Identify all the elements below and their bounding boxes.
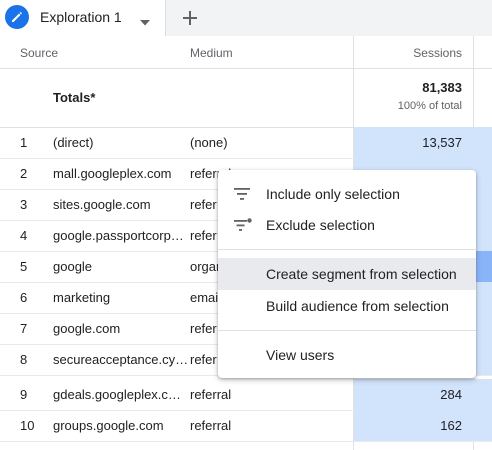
medium-cell[interactable]: emai [190, 290, 218, 305]
medium-cell[interactable]: refer [190, 197, 217, 212]
selected-row-edge [474, 251, 492, 282]
row-edge [474, 189, 492, 220]
totals-value: 81,383 [422, 80, 462, 95]
plus-icon [183, 11, 197, 25]
row-number: 7 [20, 321, 28, 336]
source-cell[interactable]: (direct) [53, 135, 93, 150]
caret-down-icon[interactable] [140, 13, 150, 31]
menu-item-view-users[interactable]: View users [218, 339, 476, 371]
menu-item-exclude-selection[interactable]: Exclude selection [218, 209, 476, 241]
header-sessions[interactable]: Sessions [413, 46, 462, 60]
menu-divider [218, 330, 476, 331]
source-cell[interactable]: mall.googleplex.com [53, 166, 172, 181]
row-edge [474, 344, 492, 375]
row-number: 6 [20, 290, 28, 305]
row-edge [474, 127, 492, 158]
menu-item-label: Include only selection [266, 186, 400, 202]
sessions-cell[interactable]: 162 [440, 418, 462, 433]
row-edge [474, 282, 492, 313]
table-header: Source Medium Sessions [0, 36, 492, 69]
tab-exploration-1[interactable]: Exploration 1 [0, 0, 166, 36]
menu-item-label: Build audience from selection [266, 298, 449, 314]
totals-label: Totals* [53, 90, 96, 105]
row-number: 3 [20, 197, 28, 212]
medium-cell[interactable]: refer [190, 321, 217, 336]
row-number: 9 [20, 387, 28, 402]
source-cell[interactable]: google [53, 259, 92, 274]
row-number: 1 [20, 135, 28, 150]
source-cell[interactable]: google.com [53, 321, 120, 336]
row-edge [474, 313, 492, 344]
row-number: 4 [20, 228, 28, 243]
menu-item-include-only-selection[interactable]: Include only selection [218, 178, 476, 210]
tab-bar: Exploration 1 [0, 0, 492, 36]
row-number: 10 [20, 418, 35, 433]
header-source[interactable]: Source [20, 46, 58, 60]
totals-percent: 100% of total [397, 100, 462, 112]
table-row[interactable]: 10 groups.google.com referral 162 [0, 410, 492, 442]
context-menu: Include only selection Exclude selection… [218, 170, 476, 378]
source-cell[interactable]: google.passportcorp… [53, 228, 184, 243]
menu-item-label: Create segment from selection [266, 266, 457, 282]
table-row[interactable]: 1 (direct) (none) 13,537 [0, 127, 492, 159]
row-edge [474, 379, 492, 410]
sessions-cell[interactable]: 284 [440, 387, 462, 402]
row-number: 2 [20, 166, 28, 181]
medium-cell[interactable]: referral [190, 387, 231, 402]
add-tab-button[interactable] [176, 4, 204, 32]
row-edge [474, 158, 492, 189]
source-cell[interactable]: marketing [53, 290, 110, 305]
filter-icon [234, 187, 250, 201]
row-edge [474, 220, 492, 251]
row-edge [474, 410, 492, 441]
totals-row: Totals* 81,383 100% of total [0, 68, 492, 128]
medium-cell[interactable]: referral [190, 418, 231, 433]
row-number: 5 [20, 259, 28, 274]
medium-cell[interactable]: refer [190, 352, 217, 367]
menu-item-create-segment[interactable]: Create segment from selection [218, 258, 476, 290]
menu-divider [218, 249, 476, 250]
source-cell[interactable]: groups.google.com [53, 418, 164, 433]
source-cell[interactable]: secureacceptance.cy… [53, 352, 188, 367]
medium-cell[interactable]: refer [190, 228, 217, 243]
table-row[interactable]: 9 gdeals.googleplex.c… referral 284 [0, 379, 492, 411]
medium-cell[interactable]: (none) [190, 135, 228, 150]
source-cell[interactable]: gdeals.googleplex.c… [53, 387, 181, 402]
header-medium[interactable]: Medium [190, 46, 233, 60]
source-cell[interactable]: sites.google.com [53, 197, 151, 212]
menu-item-label: Exclude selection [266, 217, 375, 233]
menu-item-label: View users [266, 347, 335, 363]
sessions-cell[interactable]: 13,537 [422, 135, 462, 150]
tab-title: Exploration 1 [40, 9, 122, 25]
filter-exclude-icon [234, 218, 252, 232]
edit-pencil-icon [5, 5, 29, 29]
menu-item-build-audience[interactable]: Build audience from selection [218, 290, 476, 322]
row-number: 8 [20, 352, 28, 367]
